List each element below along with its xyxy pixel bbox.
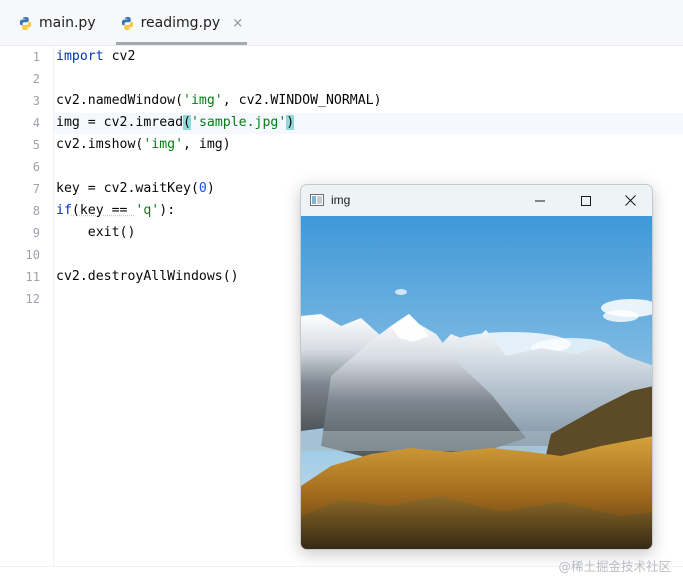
string-literal: 'img' [183, 93, 223, 108]
line-number: 7 [32, 182, 40, 196]
code-line-7[interactable]: key = cv2.waitKey(0) [56, 178, 215, 199]
code-line-1[interactable]: import cv2 [56, 46, 135, 67]
code-text: (key == [71, 203, 136, 218]
image-window-title: img [331, 193, 351, 207]
code-line-11[interactable]: cv2.destroyAllWindows() [56, 266, 239, 287]
tab-label: readimg.py [140, 15, 221, 31]
tab-readimg-py[interactable]: readimg.py × [106, 0, 253, 46]
code-line-8[interactable]: if(key == 'q'): [56, 200, 175, 221]
number-literal: 0 [198, 181, 207, 196]
code-text: ): [159, 203, 176, 218]
code-text: cv2.imshow( [56, 137, 144, 152]
code-text: cv2.namedWindow( [56, 93, 184, 108]
close-icon [624, 195, 636, 206]
line-number: 9 [32, 226, 40, 240]
matched-paren-open: ( [183, 115, 191, 130]
code-line-4[interactable]: img = cv2.imread('sample.jpg') [56, 112, 295, 133]
code-line-9[interactable]: exit() [56, 222, 136, 243]
line-number: 3 [32, 94, 40, 108]
line-number: 4 [32, 116, 40, 130]
code-text: exit() [56, 225, 136, 240]
string-literal: 'q' [135, 203, 160, 218]
python-icon [19, 16, 32, 30]
line-number: 11 [25, 270, 40, 284]
maximize-button[interactable] [563, 185, 609, 216]
line-number: 1 [32, 50, 40, 64]
active-tab-indicator [116, 42, 247, 45]
tab-main-py[interactable]: main.py [0, 0, 106, 46]
close-tab-icon[interactable]: × [232, 16, 243, 31]
code-text: cv2.destroyAllWindows() [56, 269, 239, 284]
code-text: , cv2.WINDOW_NORMAL) [222, 93, 382, 108]
line-number: 2 [32, 72, 40, 86]
window-app-icon [310, 194, 324, 206]
editor-tab-bar: main.py readimg.py × [0, 0, 683, 46]
image-window-titlebar[interactable]: img [301, 185, 652, 216]
line-number: 5 [32, 138, 40, 152]
mountain-landscape-image [301, 216, 652, 549]
matched-paren-close: ) [286, 115, 295, 130]
minimize-icon [535, 200, 545, 201]
maximize-icon [581, 195, 591, 206]
line-number-gutter: 1 2 3 4 5 6 7 8 9 10 11 12 [0, 46, 54, 566]
keyword: if [56, 203, 72, 218]
code-line-3[interactable]: cv2.namedWindow('img', cv2.WINDOW_NORMAL… [56, 90, 382, 111]
python-icon [121, 16, 133, 30]
line-number: 10 [25, 248, 40, 262]
close-button[interactable] [607, 185, 652, 216]
code-text: , img) [183, 137, 231, 152]
string-literal: 'sample.jpg' [191, 115, 287, 130]
line-number: 8 [32, 204, 40, 218]
line-number: 12 [25, 292, 40, 306]
code-line-5[interactable]: cv2.imshow('img', img) [56, 134, 231, 155]
tab-label: main.py [39, 15, 96, 31]
code-text: ) [206, 181, 215, 196]
code-text: key = cv2.waitKey( [56, 181, 199, 196]
string-literal: 'img' [143, 137, 184, 152]
image-window[interactable]: img [300, 184, 653, 550]
code-text: img = cv2.imread [56, 115, 184, 130]
code-text: cv2 [103, 49, 136, 64]
minimize-button[interactable] [517, 185, 563, 216]
line-number: 6 [32, 160, 40, 174]
keyword: import [56, 49, 104, 64]
watermark: @稀土掘金技术社区 [558, 559, 671, 574]
